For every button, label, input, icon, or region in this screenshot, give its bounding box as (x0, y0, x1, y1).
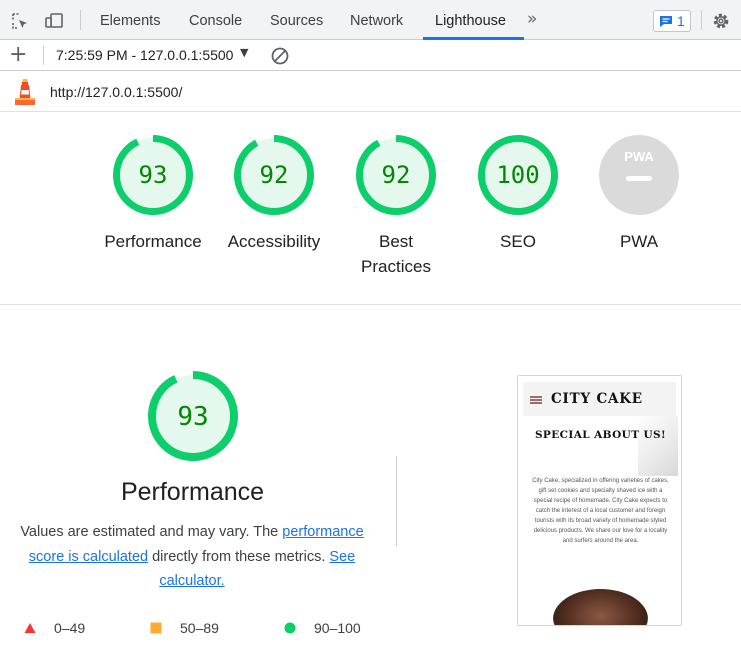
toolbar-divider (701, 10, 702, 30)
toolbar-divider (80, 10, 81, 30)
cake-image (553, 589, 648, 625)
clear-icon[interactable] (269, 45, 291, 67)
report-selector[interactable]: 7:25:59 PM - 127.0.0.1:5500 (56, 47, 233, 63)
more-tabs-chevron-icon[interactable]: » (527, 9, 537, 29)
devtools-tab-bar: Elements Console Sources Network Lightho… (0, 0, 741, 40)
device-toolbar-icon[interactable] (44, 11, 64, 31)
section-divider (396, 456, 397, 546)
hamburger-menu-icon (530, 396, 542, 404)
site-heading: SPECIAL ABOUT US! (534, 429, 667, 441)
square-icon (150, 622, 162, 634)
gauge-ring: 93 (113, 135, 193, 215)
tab-lighthouse[interactable]: Lighthouse (435, 0, 506, 40)
lighthouse-toolbar: + 7:25:59 PM - 127.0.0.1:5500 ▼ (0, 40, 741, 71)
gauge-ring: 92 (234, 135, 314, 215)
triangle-icon (24, 623, 36, 633)
gauge-seo[interactable]: 100 SEO (453, 134, 583, 254)
tab-elements[interactable]: Elements (100, 0, 160, 40)
toolbar-divider (43, 46, 44, 65)
plus-icon[interactable]: + (9, 42, 27, 68)
gauge-label: Best Practices (361, 232, 431, 276)
report-url[interactable]: http://127.0.0.1:5500/ (50, 84, 182, 100)
legend-range: 50–89 (180, 620, 219, 636)
issues-count: 1 (677, 13, 685, 29)
inspect-element-icon[interactable] (10, 11, 30, 31)
gauge-score: 93 (139, 161, 168, 189)
gauge-score: 100 (496, 161, 539, 189)
site-header: CITY CAKE (523, 382, 676, 416)
performance-title: Performance (120, 478, 265, 506)
pwa-badge-icon: PWA (599, 135, 679, 215)
issues-button[interactable]: 1 (653, 10, 691, 32)
performance-section: 93 Performance Values are estimated and … (0, 306, 395, 672)
pwa-badge-text: PWA (624, 149, 654, 164)
legend-range: 90–100 (314, 620, 361, 636)
performance-gauge: 93 (148, 371, 238, 461)
tab-console[interactable]: Console (189, 0, 242, 40)
circle-icon (284, 622, 296, 634)
gauge-pwa[interactable]: PWA PWA (574, 134, 704, 254)
gauge-label: PWA (619, 232, 659, 251)
gauge-performance[interactable]: 93 Performance (88, 134, 218, 254)
site-brand: CITY CAKE (551, 391, 643, 407)
performance-description: Values are estimated and may vary. The p… (6, 520, 378, 594)
settings-gear-icon[interactable] (711, 11, 731, 31)
gauge-accessibility[interactable]: 92 Accessibility (209, 134, 339, 254)
message-icon (660, 16, 672, 27)
score-gauges-row: 93 Performance 92 Accessibility 92 Best … (0, 112, 741, 305)
tab-sources[interactable]: Sources (270, 0, 323, 40)
gauge-label: Accessibility (227, 232, 321, 251)
performance-score: 93 (177, 402, 208, 432)
caret-down-icon[interactable]: ▼ (240, 46, 248, 59)
gauge-ring: 92 (356, 135, 436, 215)
gauge-score: 92 (382, 161, 411, 189)
gauge-label: Performance (104, 232, 202, 251)
report-url-bar: http://127.0.0.1:5500/ (0, 71, 741, 112)
gauge-score: 92 (260, 161, 289, 189)
page-curl-shape (638, 416, 678, 476)
gauge-ring: 100 (478, 135, 558, 215)
description-text: directly from these metrics. (148, 548, 330, 565)
site-body-text: City Cake, specialized in offering varie… (532, 478, 669, 544)
description-text: Values are estimated and may vary. The (20, 524, 283, 540)
tab-network[interactable]: Network (350, 0, 403, 40)
legend-range: 0–49 (54, 620, 86, 636)
gauge-best-practices[interactable]: 92 Best Practices (331, 134, 461, 279)
gauge-label: SEO (500, 232, 536, 251)
lighthouse-logo-icon (15, 79, 35, 105)
final-screenshot-thumbnail[interactable]: CITY CAKE SPECIAL ABOUT US! City Cake, s… (517, 375, 682, 626)
